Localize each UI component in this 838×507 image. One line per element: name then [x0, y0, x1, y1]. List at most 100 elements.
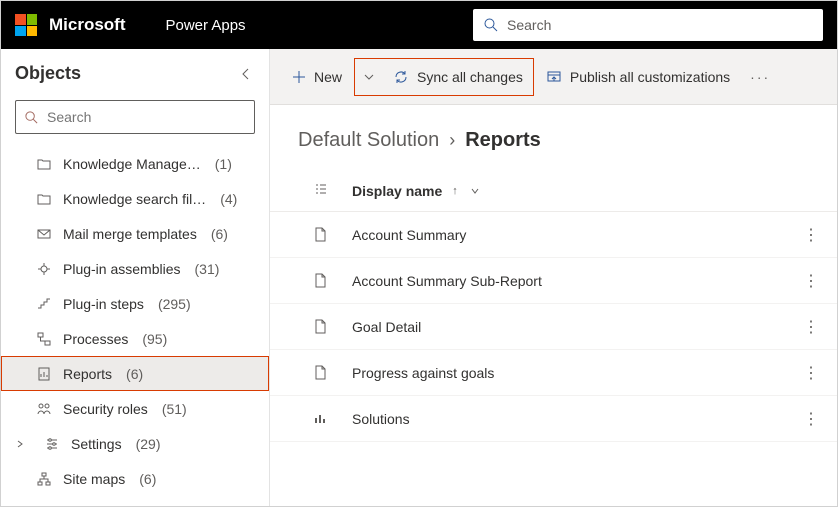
sidebar-item[interactable]: Settings (29) — [1, 426, 269, 461]
table-row[interactable]: Progress against goals ⋮ — [270, 350, 837, 396]
sidebar-item-count: (6) — [139, 471, 156, 487]
objects-sidebar: Objects Knowledge Manage… (1) Knowledge se… — [1, 49, 270, 506]
settings-icon — [43, 435, 61, 453]
process-icon — [35, 330, 53, 348]
sidebar-item-label: Mail merge templates — [63, 226, 197, 242]
column-type-icon[interactable] — [314, 182, 328, 196]
publish-button[interactable]: Publish all customizations — [536, 59, 740, 95]
chevron-down-icon — [363, 71, 375, 83]
sidebar-item[interactable]: Knowledge search fil…(4) — [1, 181, 269, 216]
new-dropdown-button[interactable] — [355, 59, 383, 95]
objects-tree: Knowledge Manage… (1) Knowledge search fil… — [1, 146, 269, 506]
sidebar-item-label: Settings — [71, 436, 122, 452]
roles-icon — [35, 400, 53, 418]
sidebar-item-count: (6) — [126, 366, 143, 382]
search-icon — [24, 110, 39, 125]
document-icon — [314, 227, 352, 242]
sidebar-item[interactable]: Reports (6) — [1, 356, 269, 391]
sidebar-search[interactable] — [15, 100, 255, 134]
row-display-name: Account Summary Sub-Report — [352, 273, 801, 289]
sidebar-item-label: Plug-in steps — [63, 296, 144, 312]
plus-icon — [292, 70, 306, 84]
document-icon — [314, 319, 352, 334]
app-name-label: Power Apps — [166, 17, 246, 34]
table-row[interactable]: Account Summary ⋮ — [270, 212, 837, 258]
sidebar-item[interactable]: Processes (95) — [1, 321, 269, 356]
sync-icon — [393, 69, 409, 85]
row-more-button[interactable]: ⋮ — [801, 225, 821, 245]
sort-ascending-icon: ↑ — [452, 185, 458, 197]
sidebar-item-count: (95) — [142, 331, 167, 347]
chevron-down-icon — [470, 186, 480, 196]
collapse-sidebar-button[interactable] — [237, 65, 255, 83]
sync-button-label: Sync all changes — [417, 69, 523, 85]
brand-label: Microsoft — [49, 15, 126, 35]
publish-button-label: Publish all customizations — [570, 69, 730, 85]
sidebar-item-label: Site maps — [63, 471, 125, 487]
table-row[interactable]: Goal Detail ⋮ — [270, 304, 837, 350]
sidebar-item-label: Security roles — [63, 401, 148, 417]
row-display-name: Goal Detail — [352, 319, 801, 335]
microsoft-logo — [15, 14, 37, 36]
global-search-input[interactable] — [507, 17, 813, 33]
search-icon — [483, 17, 499, 33]
chevron-left-icon — [241, 67, 251, 81]
document-icon — [314, 365, 352, 380]
sidebar-item[interactable]: Knowledge Manage… (1) — [1, 146, 269, 181]
table-header[interactable]: Display name ↑ — [270, 170, 837, 212]
row-display-name: Progress against goals — [352, 365, 801, 381]
table-row[interactable]: Solutions ⋮ — [270, 396, 837, 442]
row-more-button[interactable]: ⋮ — [801, 409, 821, 429]
overflow-menu-button[interactable]: ··· — [742, 59, 778, 95]
breadcrumb: Default Solution › Reports — [270, 105, 837, 170]
folder-icon — [35, 155, 53, 173]
row-more-button[interactable]: ⋮ — [801, 271, 821, 291]
sitemap-icon — [35, 470, 53, 488]
new-button-label: New — [314, 69, 342, 85]
sidebar-item-count: (1) — [215, 156, 232, 172]
sidebar-item-label: Knowledge Manage… — [63, 156, 201, 172]
plug-icon — [35, 260, 53, 278]
sidebar-item[interactable]: Plug-in steps (295) — [1, 286, 269, 321]
new-button[interactable]: New — [282, 59, 352, 95]
sidebar-item[interactable]: Site maps (6) — [1, 461, 269, 496]
sidebar-item-count: (31) — [195, 261, 220, 277]
command-bar: New Sync all changes — [270, 49, 837, 105]
table-body: Account Summary ⋮ Account Summary Sub-Re… — [270, 212, 837, 442]
sidebar-item-count: (6) — [211, 226, 228, 242]
document-icon — [314, 273, 352, 288]
sidebar-item-count: (29) — [136, 436, 161, 452]
breadcrumb-root[interactable]: Default Solution — [298, 129, 439, 152]
app-header: Microsoft Power Apps — [1, 1, 837, 49]
row-display-name: Solutions — [352, 411, 801, 427]
row-more-button[interactable]: ⋮ — [801, 363, 821, 383]
publish-icon — [546, 69, 562, 85]
chevron-right-icon: › — [449, 130, 455, 151]
sidebar-title: Objects — [15, 63, 237, 84]
sync-highlight-group: Sync all changes — [354, 58, 534, 96]
sidebar-item[interactable]: Mail merge templates (6) — [1, 216, 269, 251]
sidebar-item-label: Processes — [63, 331, 128, 347]
report-icon — [35, 365, 53, 383]
row-display-name: Account Summary — [352, 227, 801, 243]
sidebar-item[interactable]: Plug-in assemblies (31) — [1, 251, 269, 286]
sidebar-item-count: (51) — [162, 401, 187, 417]
table-row[interactable]: Account Summary Sub-Report ⋮ — [270, 258, 837, 304]
sync-all-button[interactable]: Sync all changes — [383, 59, 533, 95]
global-search[interactable] — [473, 9, 823, 41]
chart-icon — [314, 412, 352, 425]
sidebar-item-label: Reports — [63, 366, 112, 382]
more-icon: ··· — [750, 69, 770, 85]
sidebar-item-label: Plug-in assemblies — [63, 261, 181, 277]
sidebar-item-label: Knowledge search fil… — [63, 191, 206, 207]
breadcrumb-current: Reports — [465, 129, 541, 152]
steps-icon — [35, 295, 53, 313]
main-panel: New Sync all changes — [270, 49, 837, 506]
chevron-right-icon — [15, 439, 25, 449]
sidebar-item[interactable]: Security roles (51) — [1, 391, 269, 426]
sidebar-item-count: (295) — [158, 296, 191, 312]
sidebar-search-input[interactable] — [47, 109, 246, 125]
folder-icon — [35, 190, 53, 208]
mail-tmpl-icon — [35, 225, 53, 243]
row-more-button[interactable]: ⋮ — [801, 317, 821, 337]
